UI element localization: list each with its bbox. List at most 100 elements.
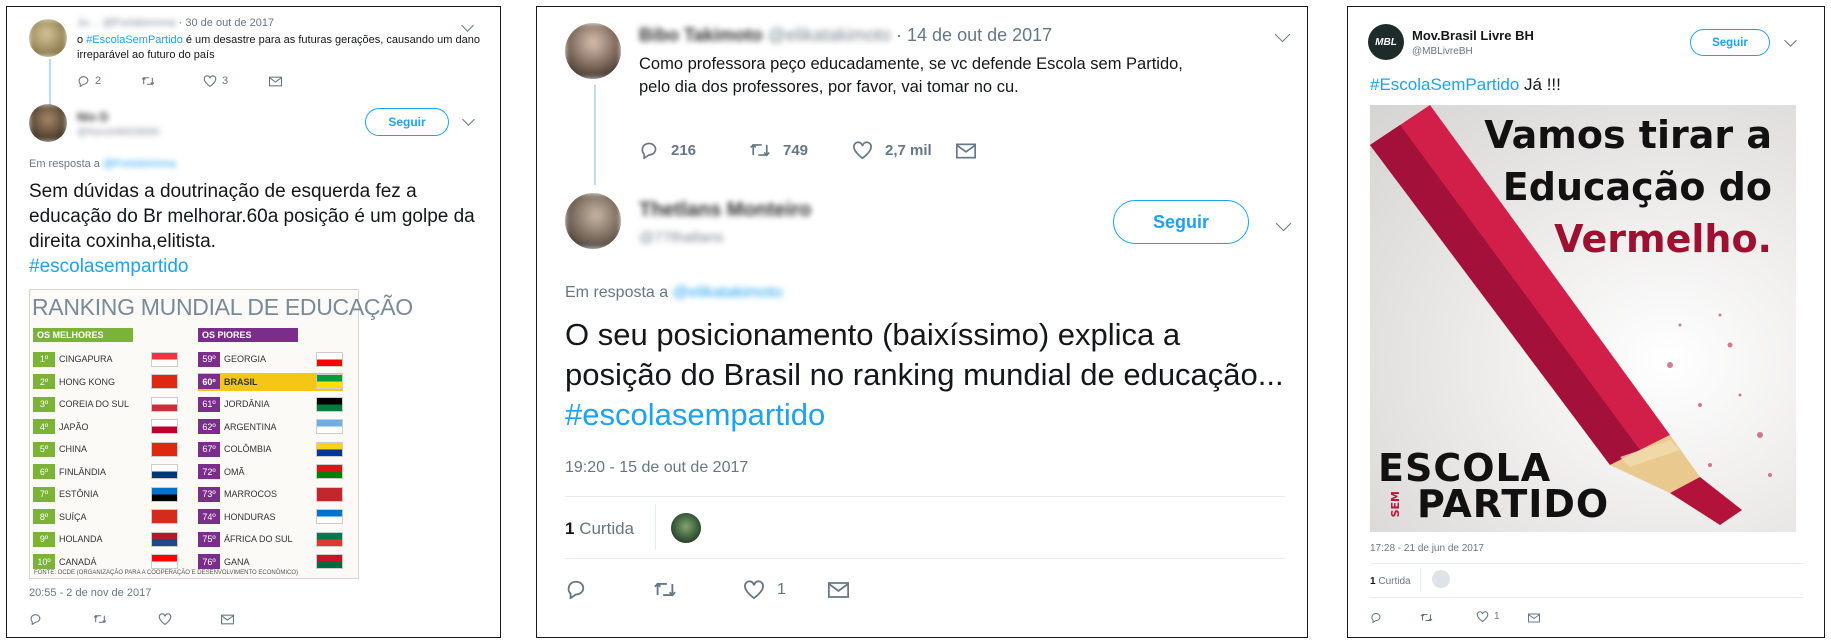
avatar[interactable]	[1432, 570, 1450, 588]
reply-to-link[interactable]: @Fortolomnna	[103, 158, 176, 170]
hashtag-link[interactable]: #escolasempartido	[565, 397, 825, 432]
reply-button[interactable]: 216	[639, 141, 696, 159]
flag-icon	[316, 554, 343, 569]
tweet-timestamp[interactable]: 20:55 - 2 de nov de 2017	[29, 587, 151, 599]
avatar[interactable]	[29, 104, 67, 142]
retweet-button[interactable]	[653, 580, 677, 599]
message-button[interactable]	[221, 614, 234, 625]
user-name[interactable]: Nío D	[77, 110, 108, 124]
heart-icon	[158, 613, 172, 625]
likes-summary[interactable]: 1 Curtida	[565, 519, 634, 539]
tweet-date[interactable]: · 30 de out de 2017	[179, 17, 274, 29]
follow-button[interactable]: Seguir	[1113, 200, 1249, 244]
retweet-count: 749	[783, 141, 809, 159]
like-button[interactable]: 1	[1476, 611, 1500, 622]
flag-icon	[151, 441, 178, 457]
tweet-timestamp[interactable]: 19:20 - 15 de out de 2017	[565, 459, 748, 477]
escola-sem-partido-logo: ESCOLA SEM PARTIDO	[1378, 446, 1610, 526]
message-button[interactable]	[269, 76, 282, 87]
hashtag-link[interactable]: #EscolaSemPartido	[86, 34, 183, 46]
divider	[1420, 568, 1421, 592]
chevron-down-icon[interactable]	[462, 113, 475, 126]
message-button[interactable]	[828, 582, 849, 598]
retweet-button[interactable]: 749	[749, 141, 808, 159]
pencil-image[interactable]: Vamos tirar a Educação do Vermelho. ESCO…	[1370, 105, 1796, 532]
like-button[interactable]: 2,7 mil	[852, 141, 932, 159]
user-handle[interactable]: @77thatlans	[639, 229, 723, 246]
avatar[interactable]	[29, 19, 67, 57]
hashtag-link[interactable]: #EscolaSemPartido	[1370, 75, 1519, 94]
user-name[interactable]: Thetlans Monteiro	[639, 199, 811, 222]
tweet-timestamp[interactable]: 17:28 - 21 de jun de 2017	[1370, 543, 1484, 554]
reply-context: Em resposta a @Fortolomnna	[29, 158, 176, 170]
ranking-row: 59º GEORGIA	[198, 350, 343, 368]
ranking-position: 2º	[33, 374, 55, 389]
ranking-row: 72º OMÃ	[198, 463, 343, 481]
retweet-button[interactable]	[93, 613, 107, 625]
avatar[interactable]	[565, 193, 621, 249]
ranking-row: 10º CANADÁ	[33, 553, 178, 571]
hashtag-link[interactable]: #escolasempartido	[29, 256, 188, 277]
tweet-header: Ju… @Fortalomnna · 30 de out de 2017	[77, 17, 274, 29]
ranking-country: HOLANDA	[59, 534, 103, 544]
reply-to-link[interactable]: @elikatakimoto	[673, 284, 783, 301]
avatar[interactable]	[565, 23, 621, 79]
retweet-button[interactable]	[1420, 612, 1433, 623]
like-button[interactable]: 1	[743, 580, 786, 599]
like-count: 2,7 mil	[885, 141, 932, 159]
ranking-position: 74º	[198, 509, 220, 524]
like-button[interactable]	[158, 613, 172, 625]
reply-button[interactable]	[565, 579, 587, 599]
ranking-country: ARGENTINA	[224, 421, 277, 432]
ranking-row: 62º ARGENTINA	[198, 418, 343, 436]
ranking-country: FINLÂNDIA	[59, 466, 107, 477]
reply-button[interactable]: 2	[77, 75, 101, 87]
flag-icon	[316, 396, 343, 412]
divider	[565, 558, 1285, 559]
user-name[interactable]: Mov.Brasil Livre BH	[1412, 28, 1534, 43]
ranking-position: 72º	[198, 464, 220, 479]
ranking-row: 76º GANA	[198, 553, 343, 571]
retweet-button[interactable]	[141, 75, 155, 87]
ranking-position: 1º	[33, 351, 55, 367]
tweet-date[interactable]: · 14 de out de 2017	[896, 25, 1052, 45]
tweet-text: Como professora peço educadamente, se vc…	[639, 55, 1183, 96]
follow-button[interactable]: Seguir	[365, 108, 449, 136]
message-button[interactable]	[956, 143, 976, 159]
message-button[interactable]	[1528, 613, 1540, 623]
ranking-row: 3º COREIA DO SUL	[33, 395, 178, 413]
user-handle[interactable]: @Fortalomnna	[103, 17, 176, 29]
likes-summary[interactable]: 1 Curtida	[1370, 576, 1411, 587]
ranking-country: JORDÂNIA	[224, 399, 270, 409]
mbl-logo-avatar[interactable]: MBL	[1368, 24, 1404, 60]
user-handle[interactable]: @NonoHMIO8000	[77, 127, 159, 138]
ranking-country: HONDURAS	[224, 511, 276, 522]
like-button[interactable]: 3	[203, 75, 228, 87]
ranking-row: 4º JAPÃO	[33, 418, 178, 436]
ranking-image[interactable]: RANKING MUNDIAL DE EDUCAÇÃO OS MELHORES …	[29, 289, 413, 579]
chevron-down-icon[interactable]	[461, 19, 474, 32]
user-name[interactable]: Ju…	[77, 17, 100, 29]
ranking-country: CINGAPURA	[59, 354, 113, 364]
ranking-position: 8º	[33, 509, 55, 524]
ranking-row: 67º COLÔMBIA	[198, 440, 343, 458]
chevron-down-icon[interactable]	[1784, 34, 1797, 47]
tweet-panel-right: MBL Mov.Brasil Livre BH @MBLivreBH Segui…	[1347, 6, 1825, 638]
ranking-row: 73º MARROCOS	[198, 485, 343, 503]
ranking-row: 2º HONG KONG	[33, 373, 178, 391]
user-handle[interactable]: @MBLivreBH	[1412, 46, 1473, 57]
reply-button[interactable]	[1370, 612, 1382, 623]
ranking-source: FONTE: OCDE (ORGANIZAÇÃO PARA A COOPERAÇ…	[34, 570, 299, 576]
chevron-down-icon[interactable]	[1274, 26, 1291, 43]
reply-icon	[30, 614, 41, 625]
user-handle[interactable]: @elikatakimoto	[768, 25, 891, 45]
heart-icon	[853, 141, 872, 159]
chevron-down-icon[interactable]	[1275, 215, 1292, 232]
flag-icon	[316, 441, 343, 457]
ranking-row: 75º ÁFRICA DO SUL	[198, 530, 343, 548]
follow-button[interactable]: Seguir	[1690, 29, 1770, 56]
avatar[interactable]	[671, 513, 701, 543]
ranking-position: 7º	[33, 486, 55, 502]
reply-button[interactable]	[29, 613, 42, 625]
user-name[interactable]: Bibo Takimoto	[639, 25, 763, 45]
